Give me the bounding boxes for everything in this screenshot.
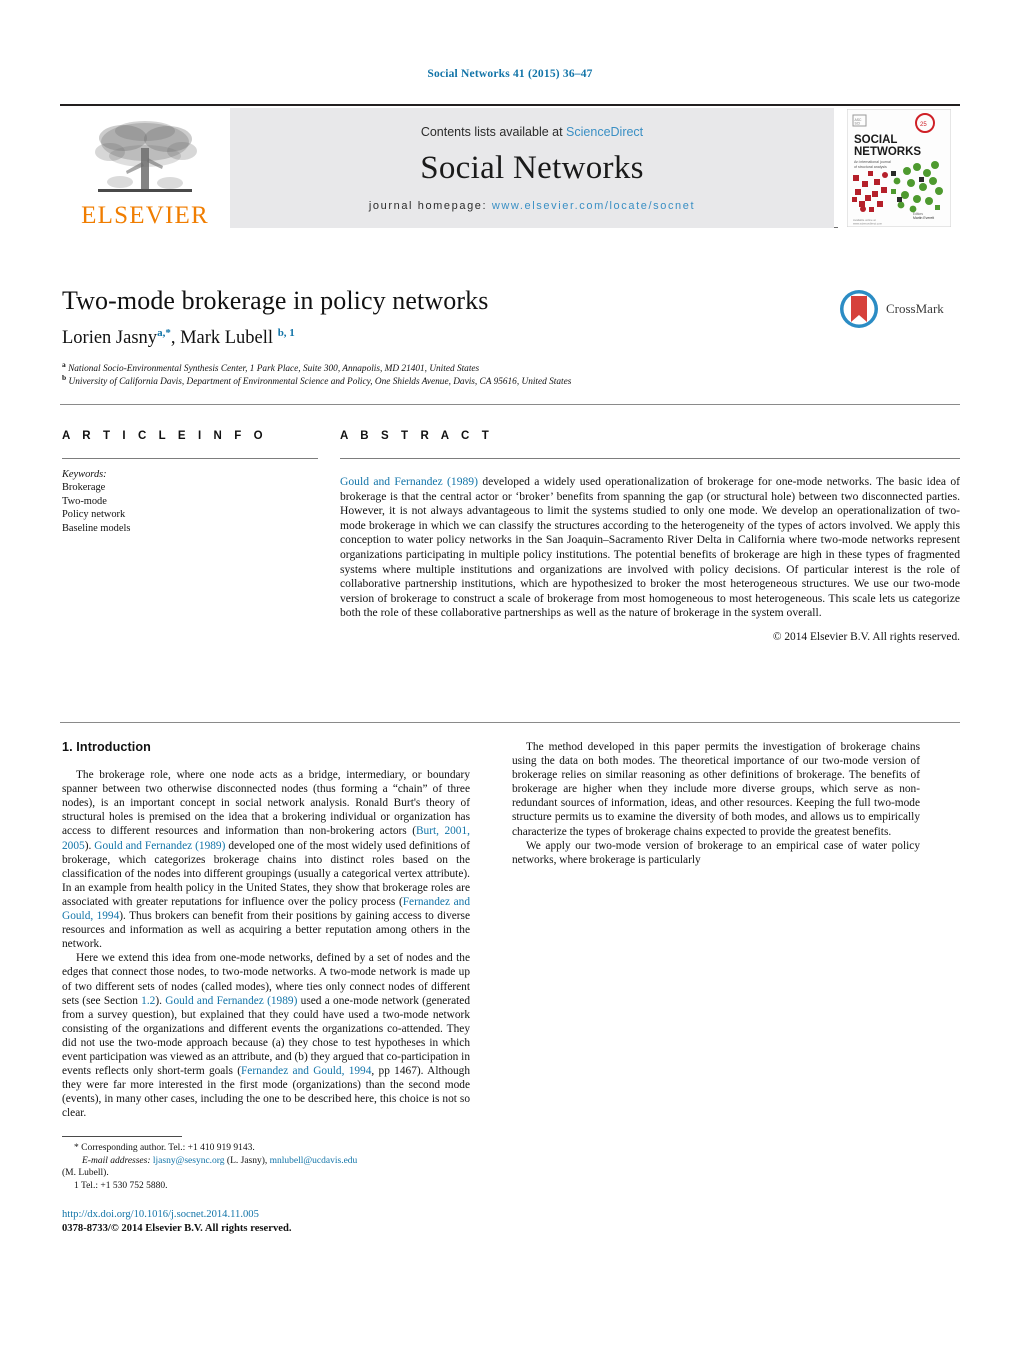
abstract-body-text: developed a widely used operationalizati… <box>340 475 960 620</box>
journal-title: Social Networks <box>420 149 644 186</box>
journal-cover-image: ASC SCI 25 SOCIAL NETWORKS An internatio… <box>847 109 951 227</box>
svg-text:www.sciencedirect.com: www.sciencedirect.com <box>853 222 883 226</box>
intro-paragraph-1: The brokerage role, where one node acts … <box>62 768 470 951</box>
journal-masthead: ELSEVIER Contents lists available at Sci… <box>60 104 960 228</box>
affiliation-b-text: University of California Davis, Departme… <box>68 377 572 388</box>
running-head: Social Networks 41 (2015) 36–47 <box>427 68 593 80</box>
corresponding-author-note: * Corresponding author. Tel.: +1 410 919… <box>74 1143 255 1153</box>
intro-paragraph-4: We apply our two-mode version of brokera… <box>512 839 920 866</box>
affiliation-marker-b: b <box>62 373 67 382</box>
abstract-column: A B S T R A C T Gould and Fernandez (198… <box>340 430 960 643</box>
intro-p1-part-a: The brokerage role, where one node acts … <box>62 769 470 838</box>
article-info-column: A R T I C L E I N F O Keywords: Brokerag… <box>62 430 318 535</box>
section-heading-introduction: 1. Introduction <box>62 740 151 754</box>
abstract-divider <box>340 458 960 459</box>
affiliation-a: a National Socio-Environmental Synthesis… <box>62 360 882 374</box>
copyright-line: © 2014 Elsevier B.V. All rights reserved… <box>772 630 960 643</box>
citation-fernandez-gould-2[interactable]: Fernandez and Gould, 1994 <box>241 1065 371 1077</box>
crossmark-label: CrossMark <box>886 301 944 316</box>
crossmark-icon <box>840 290 878 328</box>
elsevier-tree-icon <box>95 121 197 192</box>
email-name-lubell: (M. Lubell). <box>62 1168 109 1179</box>
elsevier-wordmark: ELSEVIER <box>81 202 209 229</box>
tel-footnote: 1 Tel.: +1 530 752 5880. <box>74 1180 168 1191</box>
abstract-heading: A B S T R A C T <box>340 430 494 442</box>
svg-text:SOCIAL: SOCIAL <box>854 134 897 146</box>
keyword-item: Brokerage <box>62 482 106 494</box>
journal-homepage-link[interactable]: www.elsevier.com/locate/socnet <box>492 200 695 212</box>
intro-p1-part-d: ). Thus brokers can benefit from their p… <box>62 910 470 951</box>
intro-p2-part-b: ). <box>155 994 166 1007</box>
journal-cover-thumbnail: ASC SCI 25 SOCIAL NETWORKS An internatio… <box>838 108 960 228</box>
abstract-bottom-divider <box>60 722 960 723</box>
crossmark-badge[interactable]: CrossMark <box>838 282 962 336</box>
keywords-label: Keywords: <box>62 469 107 480</box>
body-column-right: The method developed in this paper permi… <box>512 740 920 867</box>
author-list: Lorien Jasnya,*, Mark Lubell b, 1 <box>62 327 295 349</box>
email-link-lubell[interactable]: mnlubell@ucdavis.edu <box>270 1156 358 1166</box>
svg-text:of structural analysis: of structural analysis <box>854 165 887 169</box>
footer-identifiers: http://dx.doi.org/10.1016/j.socnet.2014.… <box>62 1208 522 1236</box>
abstract-text: Gould and Fernandez (1989) developed a w… <box>340 475 960 621</box>
title-divider <box>60 404 960 405</box>
contents-available-line: Contents lists available at ScienceDirec… <box>421 125 643 139</box>
elsevier-logo: ELSEVIER <box>60 108 230 228</box>
svg-text:NETWORKS: NETWORKS <box>854 146 921 158</box>
email-label: E-mail addresses: <box>82 1155 151 1166</box>
homepage-prefix: journal homepage: <box>368 199 492 212</box>
article-page: Social Networks 41 (2015) 36–47 ELSEVIER… <box>0 0 1020 1351</box>
affiliation-marker-a: a <box>62 360 66 369</box>
keyword-item: Baseline models <box>62 522 131 534</box>
footnote-block: * Corresponding author. Tel.: +1 410 919… <box>62 1142 470 1192</box>
citation-gould-fernandez[interactable]: Gould and Fernandez (1989) <box>94 840 225 852</box>
keyword-item: Two-mode <box>62 495 107 507</box>
contents-prefix: Contents lists available at <box>420 124 567 139</box>
svg-text:25: 25 <box>920 122 927 128</box>
footnote-divider <box>62 1136 182 1137</box>
intro-paragraph-2: Here we extend this idea from one-mode n… <box>62 951 470 1120</box>
citation-gould-fernandez-2[interactable]: Gould and Fernandez (1989) <box>165 995 297 1007</box>
email-name-jasny: (L. Jasny), <box>224 1155 270 1166</box>
keyword-item: Policy network <box>62 509 126 521</box>
issn-copyright-line: 0378-8733/© 2014 Elsevier B.V. All right… <box>62 1223 292 1234</box>
journal-homepage-line: journal homepage: www.elsevier.com/locat… <box>369 200 695 212</box>
article-info-heading: A R T I C L E I N F O <box>62 430 268 442</box>
svg-text:An international journal: An international journal <box>854 160 891 164</box>
abstract-lead-citation[interactable]: Gould and Fernandez (1989) <box>340 475 478 488</box>
email-link-jasny[interactable]: ljasny@sesync.org <box>153 1156 225 1166</box>
intro-paragraph-3: The method developed in this paper permi… <box>512 741 920 838</box>
intro-p1-part-b: ). <box>84 839 95 852</box>
sciencedirect-link[interactable]: ScienceDirect <box>566 125 643 139</box>
svg-text:Martin Everett: Martin Everett <box>913 216 934 220</box>
section-crossref[interactable]: 1.2 <box>141 995 155 1007</box>
article-info-divider <box>62 458 318 459</box>
email-addresses-note: E-mail addresses: ljasny@sesync.org (L. … <box>62 1155 470 1168</box>
page-title: Two-mode brokerage in policy networks <box>62 286 489 315</box>
affiliation-b: b University of California Davis, Depart… <box>62 373 882 387</box>
masthead-center: Contents lists available at ScienceDirec… <box>230 108 834 228</box>
keywords-block: Keywords: Brokerage Two-mode Policy netw… <box>62 468 318 535</box>
svg-text:SCI: SCI <box>855 122 861 126</box>
doi-link[interactable]: http://dx.doi.org/10.1016/j.socnet.2014.… <box>62 1208 522 1222</box>
body-column-left: 1. Introduction The brokerage role, wher… <box>62 740 470 1120</box>
